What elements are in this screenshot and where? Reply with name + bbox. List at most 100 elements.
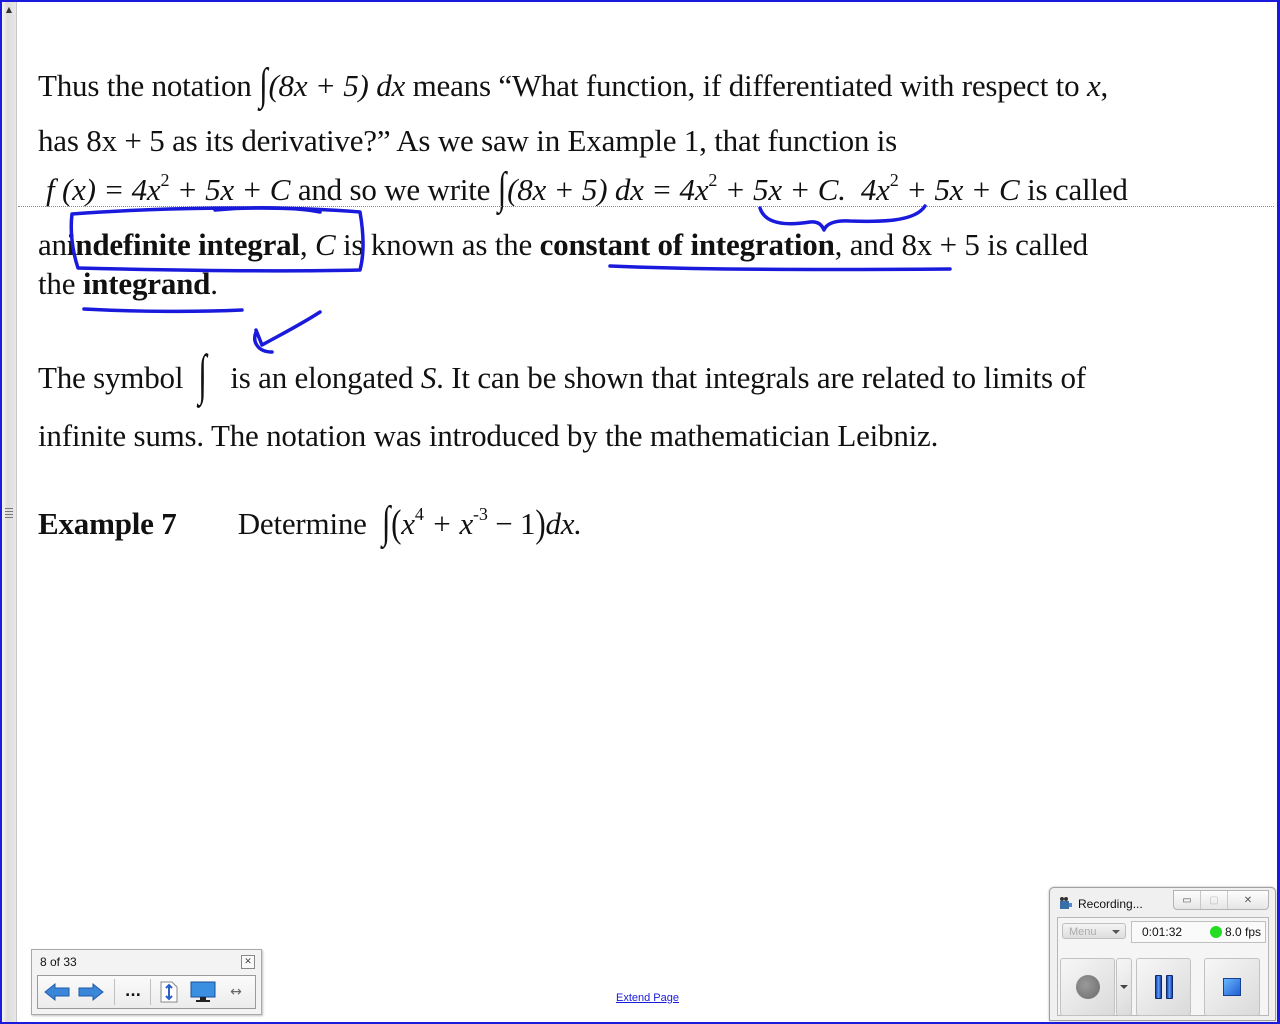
ellipsis-icon: ... bbox=[125, 984, 141, 1000]
term-constant-of-integration: constant of integration bbox=[539, 227, 835, 262]
ink-arrow bbox=[253, 310, 322, 354]
math-expression: f (x) = 4x bbox=[46, 172, 161, 207]
minimize-button[interactable]: ▭ bbox=[1174, 891, 1200, 909]
page-navigator: 8 of 33 ✕ ... ↔ bbox=[31, 949, 262, 1015]
text: an bbox=[38, 227, 67, 262]
minimize-icon: ▭ bbox=[1182, 894, 1192, 906]
text: means “What function, if differentiated … bbox=[412, 68, 1080, 103]
chevron-down-icon bbox=[1120, 985, 1128, 989]
math-expression: − 1 bbox=[487, 506, 536, 541]
arrow-right-icon bbox=[78, 982, 104, 1002]
elapsed-time: 0:01:32 bbox=[1142, 925, 1183, 939]
window-frame-top bbox=[0, 0, 1280, 2]
text: , bbox=[299, 227, 308, 262]
para1-line2: has 8x + 5 as its derivative?” As we saw… bbox=[38, 123, 898, 158]
record-button[interactable] bbox=[1060, 958, 1115, 1016]
fit-width-button[interactable]: ↔ bbox=[222, 978, 250, 1006]
stop-button[interactable] bbox=[1204, 958, 1260, 1016]
text: . It can be shown that integrals are rel… bbox=[436, 360, 1086, 395]
math-variable: x bbox=[1086, 68, 1101, 103]
math-variable: C bbox=[314, 227, 336, 262]
close-button[interactable]: ✕ bbox=[1227, 891, 1268, 909]
math-variable: x bbox=[401, 506, 415, 541]
math-variable: S bbox=[420, 360, 437, 395]
example-7: Example 7 Determine ∫(x4 + x-3 − 1)dx. bbox=[38, 496, 582, 548]
double-arrow-horizontal-icon: ↔ bbox=[230, 984, 242, 1000]
math-expression: dx. bbox=[545, 506, 582, 541]
fit-page-icon bbox=[160, 981, 178, 1003]
scroll-up-arrow-icon[interactable]: ▲ bbox=[2, 2, 16, 18]
math-expression: + 5x + C. bbox=[717, 172, 846, 207]
para2-line2: infinite sums. The notation was introduc… bbox=[38, 418, 939, 453]
exponent: 2 bbox=[889, 170, 899, 190]
math-expression: (8x + 5) dx = 4x bbox=[507, 172, 709, 207]
pause-icon bbox=[1153, 975, 1175, 999]
ink-underline-fx bbox=[213, 206, 322, 214]
text: is an elongated bbox=[230, 360, 414, 395]
exponent: 2 bbox=[708, 170, 718, 190]
frame-rate: 8.0 fps bbox=[1225, 925, 1262, 939]
para1-line3: f (x) = 4x2 + 5x + C and so we write ∫(8… bbox=[46, 162, 1128, 213]
para1-line5: the integrand. bbox=[38, 266, 218, 302]
extend-page-link[interactable]: Extend Page bbox=[616, 992, 679, 1004]
para1-line1: Thus the notation ∫(8x + 5) dx means “Wh… bbox=[38, 58, 1109, 109]
previous-page-button[interactable] bbox=[42, 978, 72, 1006]
para1-line4: anindefinite integral, C is known as the… bbox=[38, 227, 1088, 263]
math-expression: + x bbox=[423, 506, 474, 541]
record-options-dropdown[interactable] bbox=[1116, 958, 1132, 1016]
pause-button[interactable] bbox=[1136, 958, 1191, 1016]
text: Thus the notation bbox=[38, 68, 252, 103]
term-integrand: integrand bbox=[82, 266, 211, 301]
math-expression: + 5x + C bbox=[169, 172, 291, 207]
text: and so we write bbox=[297, 172, 491, 207]
stop-icon bbox=[1223, 978, 1241, 996]
menu-label: Menu bbox=[1069, 926, 1097, 938]
maximize-button[interactable]: ▢ bbox=[1200, 891, 1227, 909]
para2-line1: The symbol ∫ is an elongated S. It can b… bbox=[38, 343, 1086, 406]
ink-underline-constant bbox=[608, 264, 952, 272]
text: is known as the bbox=[343, 227, 533, 262]
fit-page-button[interactable] bbox=[154, 978, 184, 1006]
record-icon bbox=[1075, 975, 1100, 999]
text: the bbox=[38, 266, 76, 301]
monitor-icon bbox=[190, 981, 216, 1002]
term-indefinite-integral: indefinite integral bbox=[66, 227, 300, 262]
math-expression: + 5x + C bbox=[898, 172, 1020, 207]
page-indicator: 8 of 33 bbox=[40, 955, 77, 969]
exponent: -3 bbox=[473, 504, 488, 524]
scroll-grip-icon[interactable] bbox=[5, 508, 13, 518]
status-indicator-icon bbox=[1210, 926, 1222, 938]
maximize-icon: ▢ bbox=[1209, 894, 1219, 906]
text: is called bbox=[1027, 172, 1128, 207]
text: The symbol bbox=[38, 360, 184, 395]
integral-sign: ∫ bbox=[381, 496, 391, 548]
vertical-scrollbar[interactable]: ▲ bbox=[2, 2, 17, 1022]
navigator-toolbar: ... ↔ bbox=[37, 975, 256, 1009]
chevron-down-icon bbox=[1112, 930, 1120, 934]
text: . bbox=[210, 266, 218, 301]
integral-sign: ∫ bbox=[198, 342, 207, 406]
recording-status: 0:01:32 8.0 fps bbox=[1131, 921, 1266, 943]
exponent: 4 bbox=[414, 504, 424, 524]
close-icon[interactable]: ✕ bbox=[241, 955, 255, 969]
recorder-panel: Menu 0:01:32 8.0 fps bbox=[1057, 917, 1269, 1016]
integral-sign: ∫ bbox=[259, 58, 268, 110]
more-options-button[interactable]: ... bbox=[118, 978, 148, 1006]
next-page-button[interactable] bbox=[76, 978, 106, 1006]
display-settings-button[interactable] bbox=[188, 978, 218, 1006]
dotted-guide-line bbox=[18, 206, 1274, 207]
text: , bbox=[1100, 68, 1109, 103]
recorder-title: Recording... bbox=[1078, 897, 1143, 911]
text: Determine bbox=[237, 506, 367, 541]
math-expression: 4x bbox=[860, 172, 890, 207]
math-expression: (8x + 5) dx bbox=[268, 68, 406, 103]
recorder-app-icon bbox=[1060, 897, 1072, 909]
arrow-left-icon bbox=[44, 982, 70, 1002]
text: , and 8x + 5 is called bbox=[834, 227, 1088, 262]
close-icon: ✕ bbox=[1243, 894, 1253, 906]
recorder-menu-dropdown[interactable]: Menu bbox=[1062, 923, 1126, 939]
recording-widget: Recording... ▭ ▢ ✕ Menu 0:01:32 8.0 fps bbox=[1049, 887, 1276, 1021]
example-label: Example 7 bbox=[38, 506, 177, 541]
window-controls: ▭ ▢ ✕ bbox=[1173, 890, 1269, 910]
exponent: 2 bbox=[160, 170, 170, 190]
